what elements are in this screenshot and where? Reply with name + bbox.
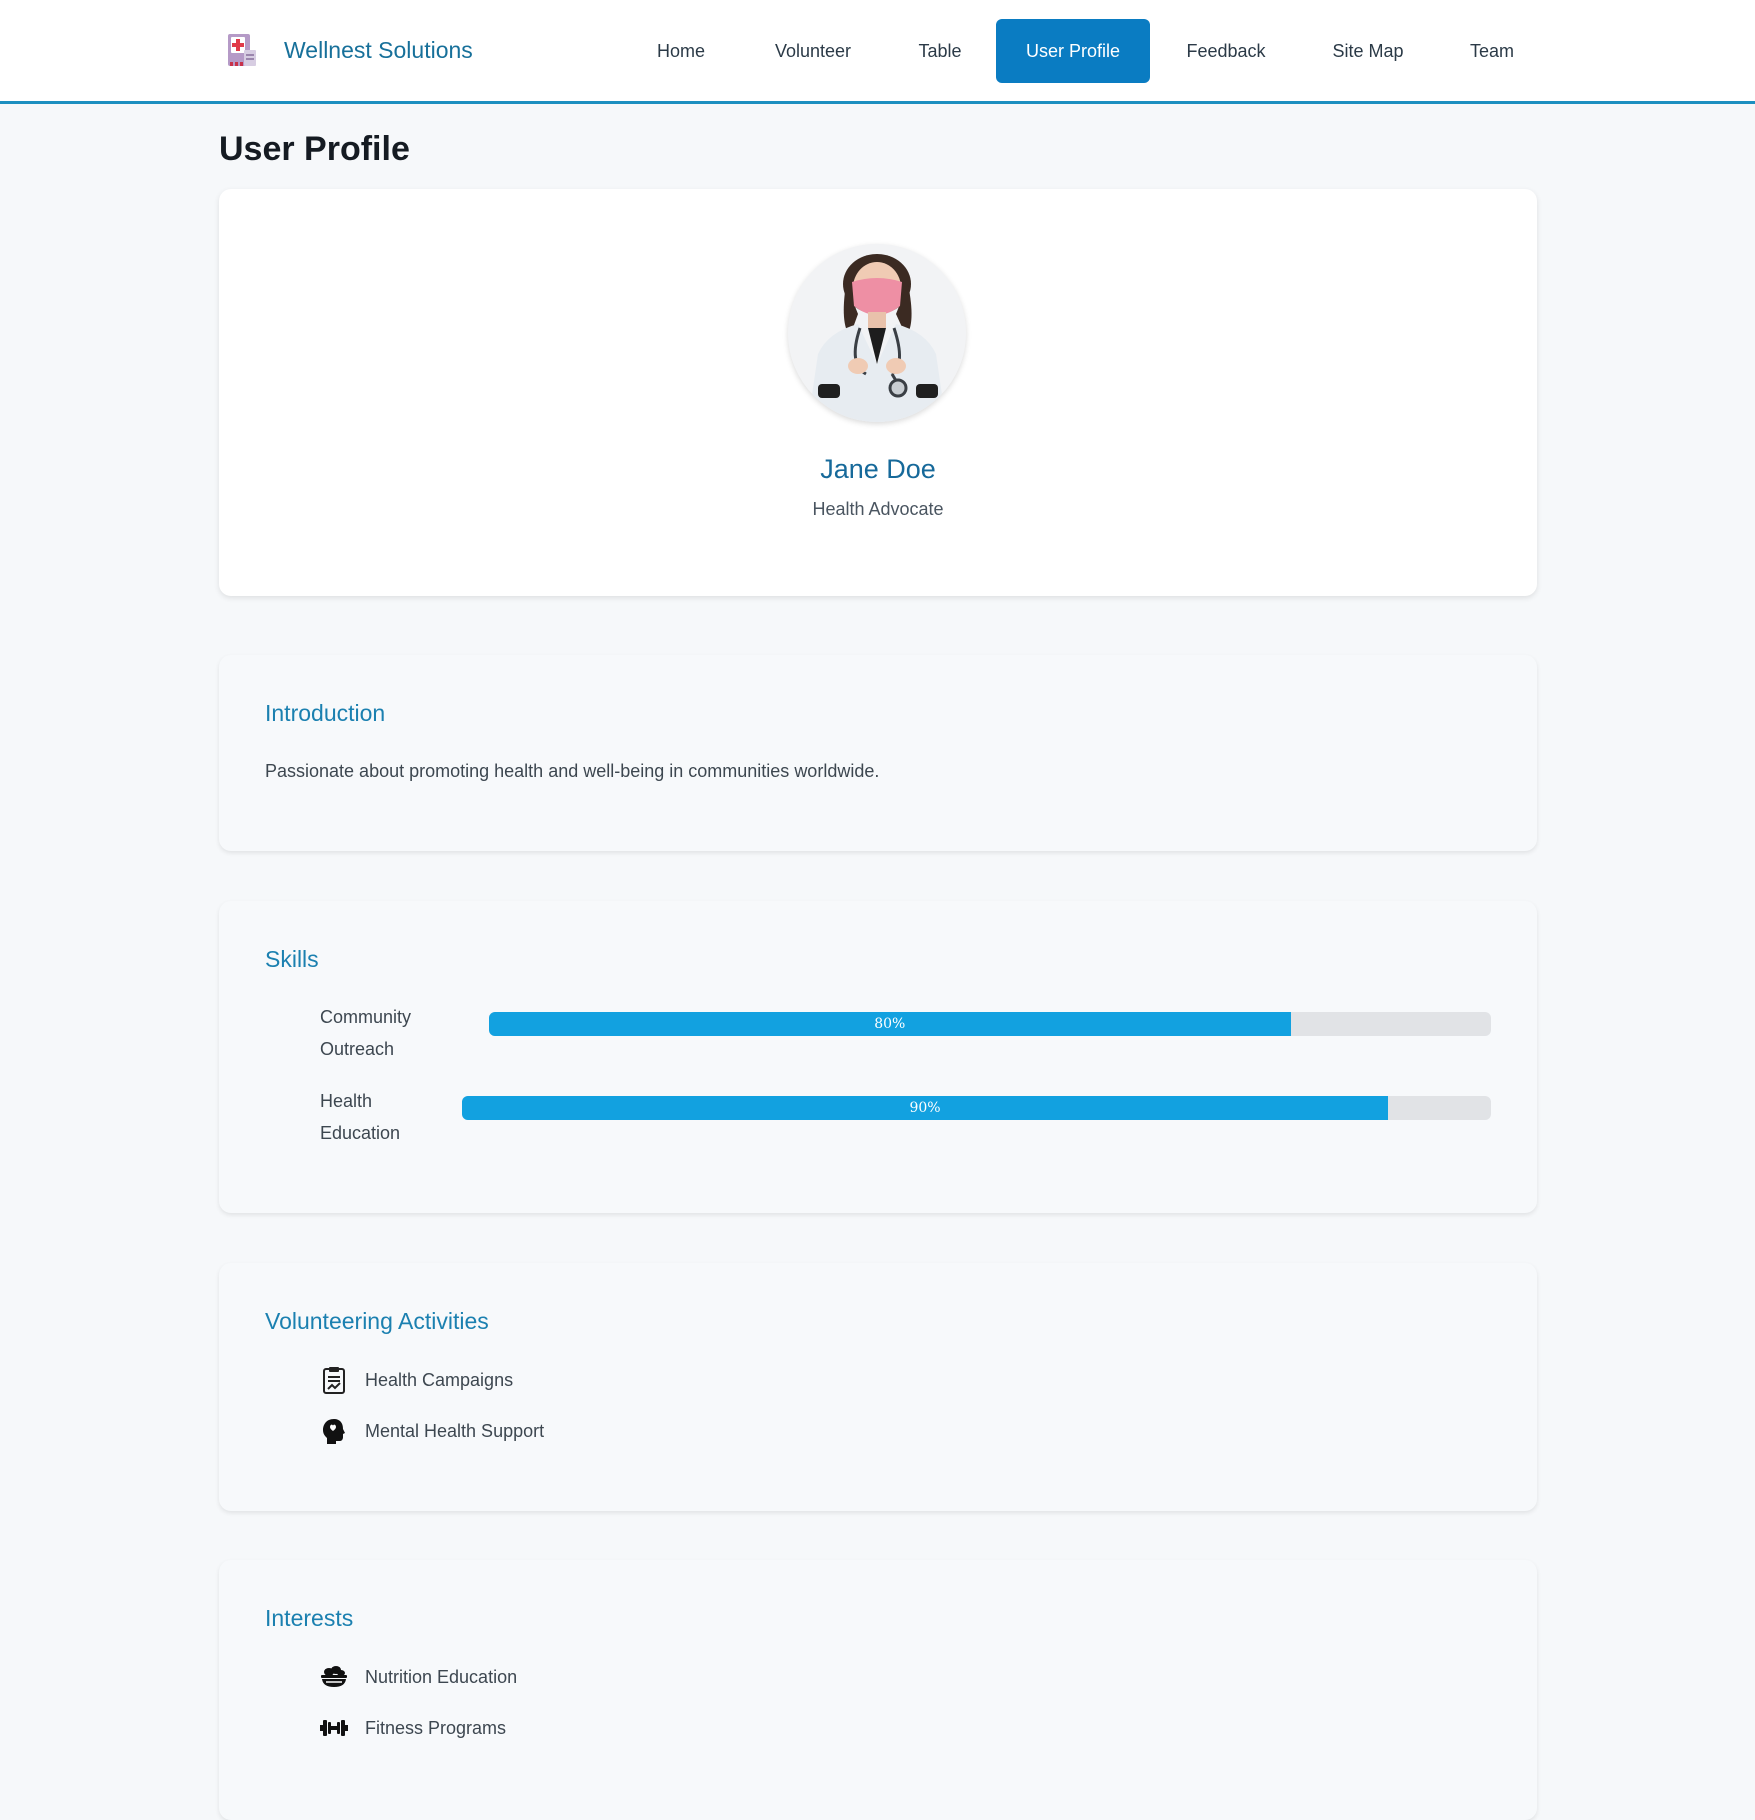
nav-item-table[interactable]: Table [884, 19, 996, 83]
nav-item-feedback[interactable]: Feedback [1150, 19, 1302, 83]
clipboard-chart-icon [320, 1366, 348, 1394]
skill-label: Community Outreach [320, 1001, 430, 1065]
brand[interactable]: Wellnest Solutions [224, 30, 473, 70]
skill-progress-bar: 90% [462, 1096, 1491, 1120]
skill-label: Health Education [320, 1085, 430, 1149]
list-item-label: Mental Health Support [365, 1420, 545, 1441]
skills-title: Skills [265, 946, 319, 972]
interests-title: Interests [265, 1605, 354, 1631]
volunteering-title: Volunteering Activities [265, 1308, 489, 1334]
top-navbar: Wellnest Solutions Home Volunteer Table … [0, 0, 1755, 104]
main-nav: Home Volunteer Table User Profile Feedba… [620, 19, 1550, 83]
nav-item-volunteer[interactable]: Volunteer [742, 19, 884, 83]
brand-name: Wellnest Solutions [284, 36, 473, 63]
food-bowl-icon [320, 1663, 348, 1691]
list-item-label: Fitness Programs [365, 1717, 507, 1738]
nav-item-team[interactable]: Team [1434, 19, 1550, 83]
list-item: Mental Health Support [320, 1414, 544, 1448]
interests-card: Interests Nutrition Education Fitness Pr… [219, 1560, 1537, 1820]
dumbbell-icon [320, 1714, 348, 1742]
skill-progress-bar: 80% [489, 1012, 1491, 1036]
medical-logo-icon [228, 34, 256, 66]
skill-label-line2: Outreach [320, 1039, 395, 1059]
skill-progress-fill: 90% [462, 1096, 1389, 1120]
nav-item-site-map[interactable]: Site Map [1302, 19, 1434, 83]
profile-photo [788, 244, 966, 422]
page-title: User Profile [219, 130, 410, 168]
profile-card: Jane Doe Health Advocate [219, 189, 1537, 596]
skill-label-line1: Health [320, 1091, 373, 1111]
skill-progress-fill: 80% [489, 1012, 1291, 1036]
list-item-label: Health Campaigns [365, 1369, 514, 1390]
list-item-label: Nutrition Education [365, 1666, 518, 1687]
list-item: Health Campaigns [320, 1363, 513, 1397]
list-item: Nutrition Education [320, 1660, 517, 1694]
introduction-title: Introduction [265, 700, 386, 726]
list-item: Fitness Programs [320, 1711, 506, 1745]
profile-role: Health Advocate [812, 499, 944, 519]
head-heart-icon [320, 1417, 348, 1445]
introduction-text: Passionate about promoting health and we… [265, 761, 880, 781]
avatar [788, 244, 966, 422]
profile-name: Jane Doe [820, 454, 936, 484]
skills-card: Skills Community Outreach 80% Health Edu… [219, 901, 1537, 1213]
nav-item-user-profile[interactable]: User Profile [996, 19, 1150, 83]
volunteering-card: Volunteering Activities Health Campaigns… [219, 1263, 1537, 1511]
nav-item-home[interactable]: Home [620, 19, 742, 83]
skill-label-line1: Community [320, 1007, 412, 1027]
skill-label-line2: Education [320, 1123, 401, 1143]
introduction-card: Introduction Passionate about promoting … [219, 655, 1537, 851]
